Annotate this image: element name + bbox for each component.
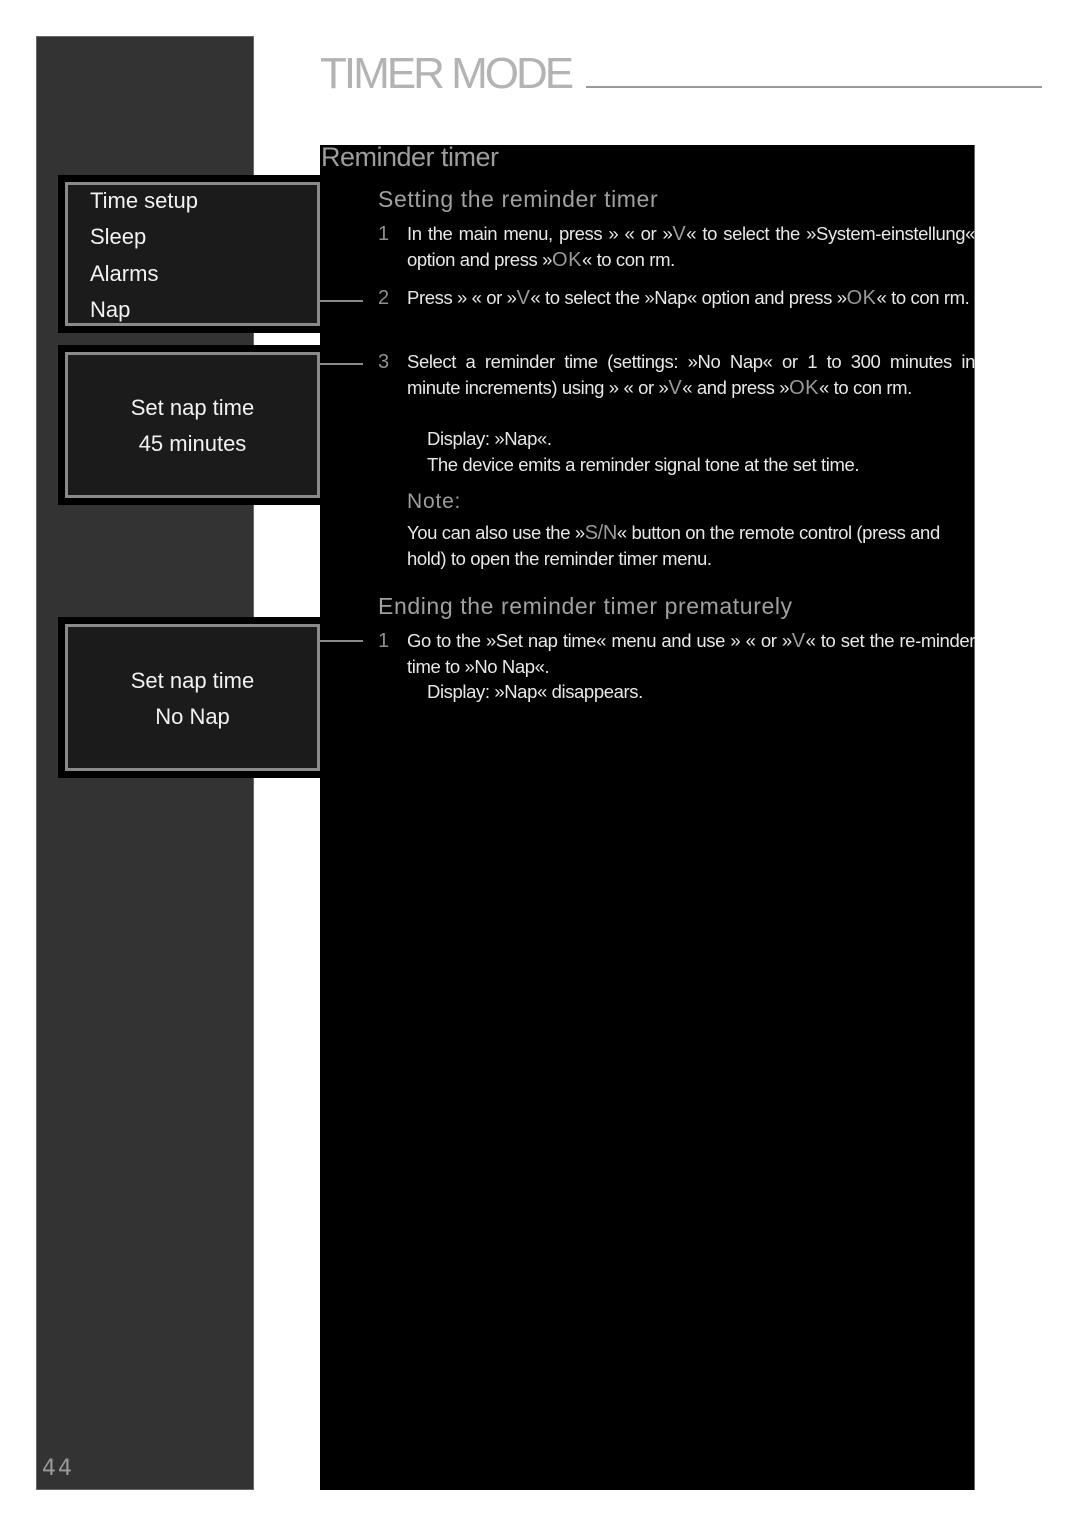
text: « to con rm. (819, 377, 912, 398)
step-text: Press » « or »V« to select the »Nap« opt… (407, 285, 975, 311)
gap (255, 505, 319, 617)
result-line: Display: »Nap«. (427, 428, 552, 449)
ending-heading: Ending the reminder timer prematurely (378, 593, 793, 619)
nap-off-title: Set nap time (130, 668, 255, 693)
nap-set-display: Set nap time 45 minutes (65, 352, 320, 498)
nap-set-screen: Set nap time 45 minutes (58, 345, 320, 505)
nap-set-value: 45 minutes (138, 431, 247, 456)
page-number: 44 (42, 1456, 74, 1481)
text: Go to the »Set nap time« menu and use » (407, 630, 741, 651)
step-number: 2 (378, 287, 390, 309)
menu-item-sleep: Sleep (90, 224, 147, 249)
ok-key-label: OK (552, 249, 582, 271)
step-number: 1 (378, 223, 390, 245)
nap-off-screen: Set nap time No Nap (58, 617, 320, 778)
section-title: Reminder timer (321, 142, 499, 172)
down-key-glyph: V (668, 377, 683, 399)
step-text: Go to the »Set nap time« menu and use » … (407, 628, 975, 680)
connector-line (320, 363, 363, 365)
menu-item-alarms: Alarms (90, 261, 159, 286)
menu-item-nap: Nap (90, 297, 131, 322)
down-key-glyph: V (672, 223, 687, 245)
step-text: In the main menu, press » « or »V« to se… (407, 221, 975, 273)
gap (255, 145, 319, 175)
connector-line (320, 300, 363, 302)
connector-line (320, 640, 363, 642)
step-text: Select a reminder time (settings: »No Na… (407, 349, 975, 401)
content-panel (320, 145, 975, 1490)
down-key-glyph: V (791, 630, 806, 652)
text: « or » (740, 630, 793, 651)
note-text: You can also use the »S/N« button on the… (407, 520, 975, 572)
menu-display: Time setup Sleep Alarms Nap (65, 182, 320, 326)
sn-button-label: S/N (584, 522, 618, 544)
menu-item-time-setup: Time setup (90, 188, 199, 213)
text: « to select the »Nap« option and press » (530, 287, 847, 308)
note-label: Note: (407, 490, 462, 513)
down-key-glyph: V (516, 287, 531, 309)
title-rule (586, 86, 1042, 88)
ok-key-label: OK (789, 377, 820, 399)
text: « or » (618, 377, 669, 398)
nap-off-value: No Nap (155, 704, 230, 729)
nap-set-title: Set nap time (130, 395, 255, 420)
result-line: The device emits a reminder signal tone … (427, 454, 860, 475)
gap (255, 778, 319, 1490)
text: Press » (407, 287, 467, 308)
text: In the main menu, press » (407, 223, 619, 244)
gap (255, 333, 319, 345)
text: You can also use the » (407, 522, 585, 543)
result-line: Display: »Nap« disappears. (427, 681, 643, 702)
step-number: 3 (378, 351, 390, 373)
text: « or » (618, 223, 673, 244)
page-title: TIMER MODE (320, 49, 574, 98)
text: « and press » (682, 377, 790, 398)
menu-screen: Time setup Sleep Alarms Nap (58, 175, 320, 333)
nap-off-display: Set nap time No Nap (65, 624, 320, 771)
setting-heading: Setting the reminder timer (378, 186, 659, 212)
text: « to con rm. (581, 249, 675, 270)
step-number: 1 (378, 630, 390, 652)
text: « or » (466, 287, 517, 308)
ok-key-label: OK (846, 287, 877, 309)
text: « to con rm. (876, 287, 970, 308)
